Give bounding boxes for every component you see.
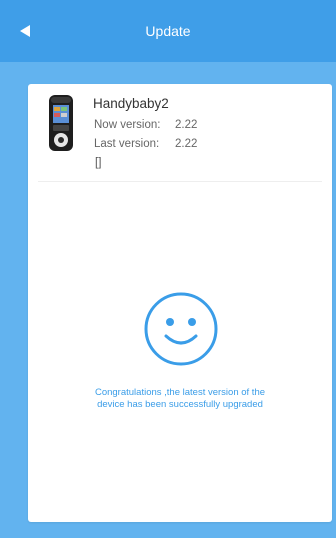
last-version-row: Last version: 2.22 — [94, 136, 314, 152]
handheld-device-icon — [49, 95, 73, 151]
device-info-row: Handybaby2 Now version: 2.22 Last versio… — [28, 84, 332, 182]
now-version-row: Now version: 2.22 — [94, 117, 314, 133]
update-card: Handybaby2 Now version: 2.22 Last versio… — [28, 84, 332, 522]
page-title: Update — [145, 23, 191, 39]
smiley-face-icon — [144, 292, 218, 366]
now-version-value: 2.22 — [175, 119, 198, 131]
divider — [38, 181, 322, 182]
success-message-line-2: device has been successfully upgraded — [97, 399, 263, 410]
device-name: Handybaby2 — [93, 96, 169, 111]
last-version-label: Last version: — [94, 138, 160, 150]
app-header: Update — [0, 0, 336, 62]
success-message-line-1: Congratulations ,the latest version of t… — [94, 387, 266, 398]
device-extra-text: [] — [95, 157, 102, 169]
success-message: Congratulations ,the latest version of t… — [70, 387, 290, 411]
now-version-label: Now version: — [94, 119, 161, 131]
last-version-value: 2.22 — [175, 138, 198, 150]
